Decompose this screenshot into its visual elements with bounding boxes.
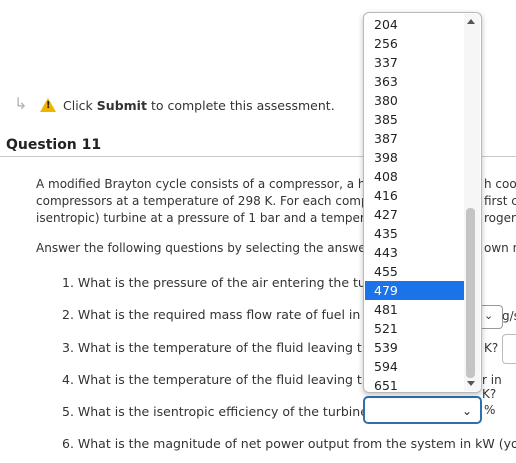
dropdown-option[interactable]: 427 [365,205,464,224]
paragraph-line-1-tail: h coo [484,177,516,191]
q3-unit: K? [484,341,499,355]
paragraph-line-3-tail: roger [484,211,516,225]
paragraph-line-3: isentropic) turbine at a pressure of 1 b… [36,211,365,225]
scrollbar-thumb[interactable] [466,208,475,378]
dropdown-option[interactable]: 387 [365,129,464,148]
scroll-up-arrow-icon[interactable] [467,19,475,24]
dropdown-option[interactable]: 256 [365,34,464,53]
dropdown-option[interactable]: 521 [365,319,464,338]
dropdown-option[interactable]: 337 [365,53,464,72]
question-title: Question 11 [6,137,102,153]
instruction-tail: own m [484,241,516,255]
reply-arrow-icon: ↳ [14,94,28,113]
paragraph-line-2-tail: first c [484,194,516,208]
paragraph-line-1: A modified Brayton cycle consists of a c… [36,177,366,191]
notice-prefix: Click [63,97,93,113]
dropdown-option[interactable]: 380 [365,91,464,110]
dropdown-option[interactable]: 204 [365,15,464,34]
q5-answer-select[interactable]: ⌄ [363,396,482,424]
q2-answer-select[interactable]: ⌄ [480,305,503,329]
question-5: 5. What is the isentropic efficiency of … [62,404,375,419]
dropdown-option[interactable]: 363 [365,72,464,91]
dropdown-option[interactable]: 398 [365,148,464,167]
chevron-down-icon: ⌄ [461,404,472,418]
scrollbar[interactable] [464,14,480,391]
notice-submit-word: Submit [96,97,147,113]
paragraph-line-2: compressors at a temperature of 298 K. F… [36,194,369,208]
dropdown-option[interactable]: 443 [365,243,464,262]
q4-unit: r in K? [482,373,502,401]
dropdown-option[interactable]: 435 [365,224,464,243]
q3-answer-select[interactable] [502,334,516,364]
question-2: 2. What is the required mass flow rate o… [62,307,377,322]
dropdown-option[interactable]: 385 [365,110,464,129]
dropdown-option[interactable]: 416 [365,186,464,205]
dropdown-option[interactable]: 481 [365,300,464,319]
assessment-notice: ↳ Click Submit to complete this assessme… [14,92,335,118]
question-4: 4. What is the temperature of the fluid … [62,372,378,387]
dropdown-option[interactable]: 539 [365,338,464,357]
q5-unit: % [484,403,496,417]
notice-suffix: to complete this assessment. [150,97,335,113]
question-1: 1. What is the pressure of the air enter… [62,275,379,290]
dropdown-option[interactable]: 408 [365,167,464,186]
dropdown-option[interactable]: 455 [365,262,464,281]
question-3: 3. What is the temperature of the fluid … [62,340,378,355]
dropdown-option[interactable]: 479 [365,281,464,300]
instruction-text: Answer the following questions by select… [36,241,366,255]
dropdown-option[interactable]: 594 [365,357,464,376]
warning-icon [40,98,56,112]
chevron-down-icon: ⌄ [484,309,494,322]
dropdown-list[interactable]: 204 256 337 363 380 385 387 398 408 416 427 435 443 4… [363,12,482,393]
question-6: 6. What is the magnitude of net power ou… [62,436,516,451]
scroll-down-arrow-icon[interactable] [467,381,475,386]
dropdown-option[interactable]: 651 [365,376,464,392]
q2-unit: g/s [502,309,516,323]
